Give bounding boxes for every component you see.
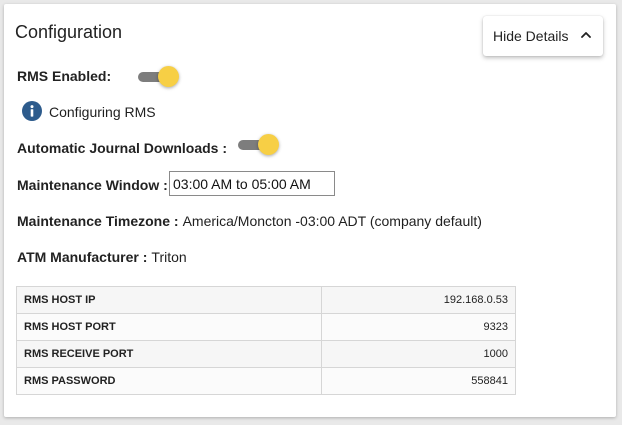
rms-enabled-toggle[interactable]: [138, 66, 180, 88]
maintenance-timezone-value: America/Moncton -03:00 ADT (company defa…: [182, 213, 482, 229]
table-value: 1000: [320, 340, 517, 368]
card-title: Configuration: [15, 22, 123, 42]
maintenance-window-row: Maintenance Window :: [17, 176, 168, 194]
journal-downloads-toggle[interactable]: [238, 134, 280, 156]
rms-enabled-row: RMS Enabled:: [17, 67, 111, 85]
maintenance-timezone-label: Maintenance Timezone :: [17, 213, 179, 229]
table-row: RMS RECEIVE PORT 1000: [16, 340, 517, 368]
hide-details-button[interactable]: Hide Details: [483, 16, 603, 56]
configuration-card: Configuration Hide Details RMS Enabled: …: [4, 4, 616, 417]
chevron-up-icon: [581, 32, 591, 38]
table-row: RMS HOST IP 192.168.0.53: [16, 286, 517, 314]
maintenance-window-input[interactable]: [169, 171, 335, 196]
table-key: RMS HOST PORT: [16, 313, 322, 341]
maintenance-window-label: Maintenance Window :: [17, 177, 168, 193]
table-row: RMS PASSWORD 558841: [16, 367, 517, 395]
journal-downloads-label: Automatic Journal Downloads :: [17, 140, 228, 156]
hide-details-label: Hide Details: [493, 28, 569, 44]
info-text: Configuring RMS: [49, 104, 156, 120]
rms-settings-table: RMS HOST IP 192.168.0.53 RMS HOST PORT 9…: [16, 286, 517, 395]
atm-manufacturer-row: ATM Manufacturer : Triton: [17, 248, 187, 266]
toggle-knob: [158, 66, 179, 87]
atm-manufacturer-label: ATM Manufacturer :: [17, 249, 148, 265]
maintenance-timezone-row: Maintenance Timezone : America/Moncton -…: [17, 212, 482, 230]
table-value: 9323: [320, 313, 517, 341]
table-key: RMS PASSWORD: [16, 367, 322, 395]
toggle-knob: [258, 134, 279, 155]
atm-manufacturer-value: Triton: [151, 249, 187, 265]
info-icon: [22, 101, 42, 121]
table-key: RMS RECEIVE PORT: [16, 340, 322, 368]
table-key: RMS HOST IP: [16, 286, 322, 314]
table-value: 192.168.0.53: [320, 286, 517, 314]
table-value: 558841: [320, 367, 517, 395]
journal-downloads-row: Automatic Journal Downloads :: [17, 139, 227, 157]
rms-enabled-label: RMS Enabled:: [17, 68, 112, 84]
table-row: RMS HOST PORT 9323: [16, 313, 517, 341]
